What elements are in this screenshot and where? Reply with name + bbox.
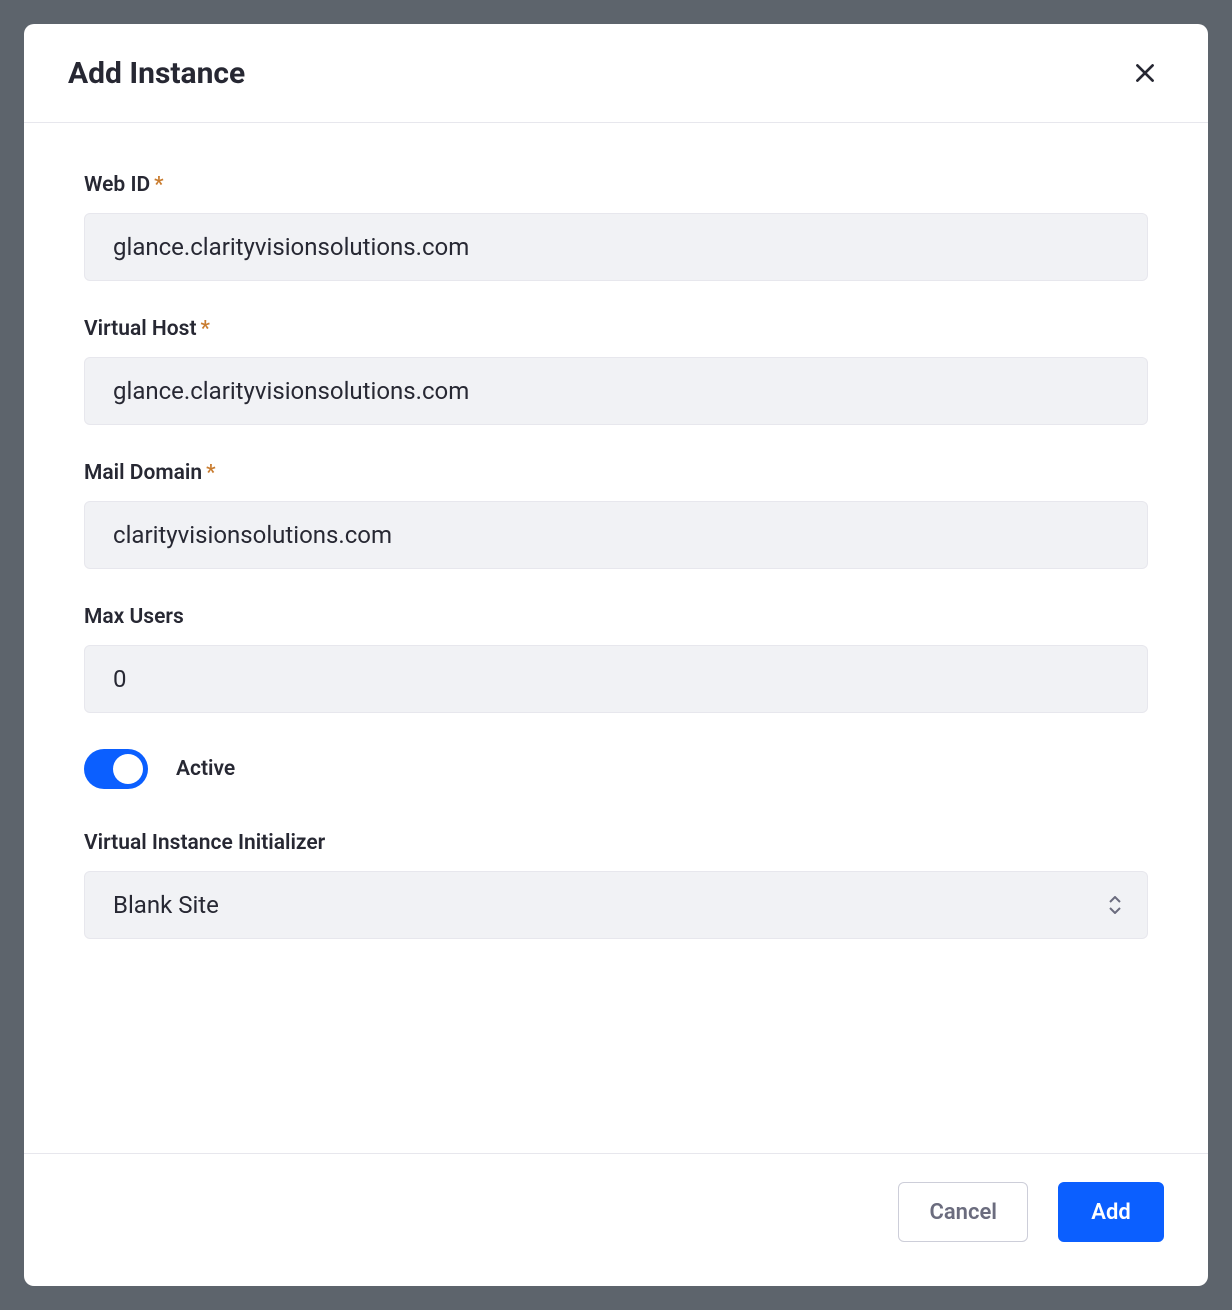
modal-footer: Cancel Add [24,1153,1208,1286]
max-users-input[interactable] [84,645,1148,713]
active-toggle-row: Active [84,749,1148,789]
close-button[interactable] [1126,54,1164,92]
active-toggle[interactable] [84,749,148,789]
mail-domain-group: Mail Domain* [84,461,1148,569]
initializer-select-wrap: Blank Site [84,871,1148,939]
initializer-label: Virtual Instance Initializer [84,831,1148,855]
cancel-button[interactable]: Cancel [898,1182,1028,1242]
virtual-host-input[interactable] [84,357,1148,425]
initializer-group: Virtual Instance Initializer Blank Site [84,831,1148,939]
web-id-group: Web ID* [84,173,1148,281]
required-indicator: * [206,461,215,485]
add-button[interactable]: Add [1058,1182,1164,1242]
required-indicator: * [154,173,163,197]
mail-domain-label: Mail Domain* [84,461,1148,485]
web-id-label-text: Web ID [84,173,150,197]
max-users-label: Max Users [84,605,1148,629]
mail-domain-input[interactable] [84,501,1148,569]
modal-title: Add Instance [68,56,245,91]
modal-body: Web ID* Virtual Host* Mail Domain* Max U… [24,123,1208,1153]
web-id-input[interactable] [84,213,1148,281]
close-icon [1132,60,1158,86]
modal-header: Add Instance [24,24,1208,123]
toggle-knob [113,754,143,784]
max-users-group: Max Users [84,605,1148,713]
web-id-label: Web ID* [84,173,1148,197]
initializer-select[interactable]: Blank Site [84,871,1148,939]
required-indicator: * [201,317,210,341]
add-instance-modal: Add Instance Web ID* Virtual Host* Mail … [24,24,1208,1286]
mail-domain-label-text: Mail Domain [84,461,202,485]
active-label: Active [176,757,235,781]
virtual-host-group: Virtual Host* [84,317,1148,425]
virtual-host-label: Virtual Host* [84,317,1148,341]
virtual-host-label-text: Virtual Host [84,317,197,341]
